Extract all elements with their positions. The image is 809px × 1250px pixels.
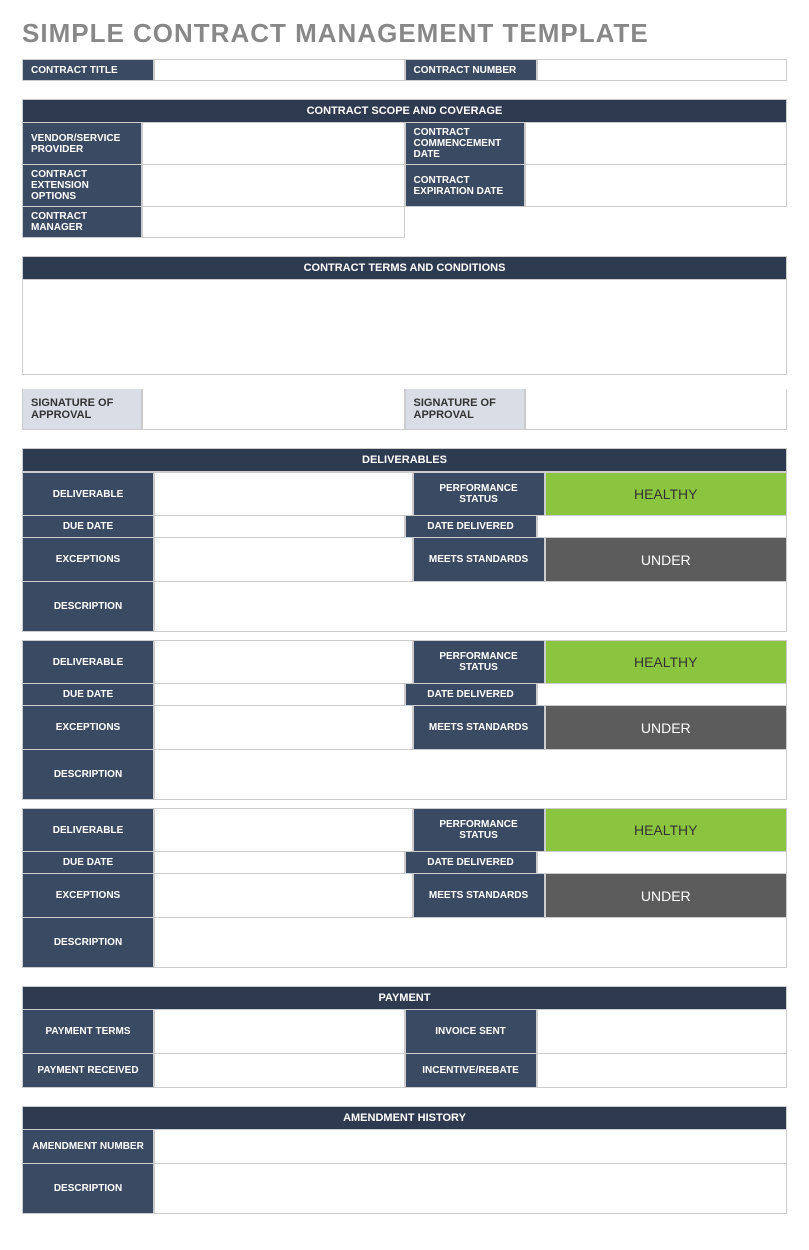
deliverable-value[interactable] xyxy=(154,808,413,852)
due-date-label: DUE DATE xyxy=(22,684,154,706)
contract-header-section: CONTRACT TITLE CONTRACT NUMBER xyxy=(22,59,787,81)
expiration-label: CONTRACT EXPIRATION DATE xyxy=(405,165,525,207)
extension-value[interactable] xyxy=(142,165,405,207)
perf-status-label: PERFORMANCE STATUS xyxy=(413,472,545,516)
scope-header: CONTRACT SCOPE AND COVERAGE xyxy=(22,99,787,123)
commencement-value[interactable] xyxy=(525,123,788,165)
date-delivered-label: DATE DELIVERED xyxy=(405,684,537,706)
date-delivered-label: DATE DELIVERED xyxy=(405,852,537,874)
description-label: DESCRIPTION xyxy=(22,750,154,800)
sig1-label: SIGNATURE OF APPROVAL xyxy=(22,389,142,430)
payment-received-value[interactable] xyxy=(154,1054,405,1088)
sig2-value[interactable] xyxy=(525,389,788,430)
deliverable-label: DELIVERABLE xyxy=(22,472,154,516)
perf-status-label: PERFORMANCE STATUS xyxy=(413,808,545,852)
payment-terms-label: PAYMENT TERMS xyxy=(22,1010,154,1054)
date-delivered-value[interactable] xyxy=(537,852,788,874)
exceptions-value[interactable] xyxy=(154,874,413,918)
perf-status-value[interactable]: HEALTHY xyxy=(545,640,788,684)
description-value[interactable] xyxy=(154,750,787,800)
due-date-label: DUE DATE xyxy=(22,516,154,538)
extension-label: CONTRACT EXTENSION OPTIONS xyxy=(22,165,142,207)
commencement-label: CONTRACT COMMENCEMENT DATE xyxy=(405,123,525,165)
payment-section: PAYMENT PAYMENT TERMS INVOICE SENT PAYME… xyxy=(22,986,787,1088)
description-value[interactable] xyxy=(154,582,787,632)
scope-section: CONTRACT SCOPE AND COVERAGE VENDOR/SERVI… xyxy=(22,99,787,238)
contract-number-label: CONTRACT NUMBER xyxy=(405,59,537,81)
exceptions-label: EXCEPTIONS xyxy=(22,706,154,750)
invoice-value[interactable] xyxy=(537,1010,788,1054)
deliverable-value[interactable] xyxy=(154,640,413,684)
terms-header: CONTRACT TERMS AND CONDITIONS xyxy=(22,256,787,280)
perf-status-value[interactable]: HEALTHY xyxy=(545,808,788,852)
date-delivered-label: DATE DELIVERED xyxy=(405,516,537,538)
deliverable-label: DELIVERABLE xyxy=(22,640,154,684)
due-date-label: DUE DATE xyxy=(22,852,154,874)
amendment-description-value[interactable] xyxy=(154,1164,787,1214)
exceptions-label: EXCEPTIONS xyxy=(22,874,154,918)
payment-received-label: PAYMENT RECEIVED xyxy=(22,1054,154,1088)
payment-terms-value[interactable] xyxy=(154,1010,405,1054)
exceptions-label: EXCEPTIONS xyxy=(22,538,154,582)
deliverable-block: DELIVERABLE PERFORMANCE STATUSHEALTHY DUE … xyxy=(22,640,787,800)
incentive-value[interactable] xyxy=(537,1054,788,1088)
meets-standards-label: MEETS STANDARDS xyxy=(413,706,545,750)
perf-status-value[interactable]: HEALTHY xyxy=(545,472,788,516)
deliverable-label: DELIVERABLE xyxy=(22,808,154,852)
expiration-value[interactable] xyxy=(525,165,788,207)
sig2-label: SIGNATURE OF APPROVAL xyxy=(405,389,525,430)
meets-standards-label: MEETS STANDARDS xyxy=(413,874,545,918)
invoice-label: INVOICE SENT xyxy=(405,1010,537,1054)
sig1-value[interactable] xyxy=(142,389,405,430)
deliverables-section: DELIVERABLES DELIVERABLE PERFORMANCE STAT… xyxy=(22,448,787,968)
deliverable-value[interactable] xyxy=(154,472,413,516)
amendment-number-label: AMENDMENT NUMBER xyxy=(22,1130,154,1164)
payment-header: PAYMENT xyxy=(22,986,787,1010)
incentive-label: INCENTIVE/REBATE xyxy=(405,1054,537,1088)
contract-title-value[interactable] xyxy=(154,59,405,81)
deliverables-header: DELIVERABLES xyxy=(22,448,787,472)
perf-status-label: PERFORMANCE STATUS xyxy=(413,640,545,684)
exceptions-value[interactable] xyxy=(154,538,413,582)
exceptions-value[interactable] xyxy=(154,706,413,750)
manager-value[interactable] xyxy=(142,207,405,238)
meets-standards-value[interactable]: UNDER xyxy=(545,874,788,918)
manager-label: CONTRACT MANAGER xyxy=(22,207,142,238)
terms-body[interactable] xyxy=(22,280,787,375)
meets-standards-value[interactable]: UNDER xyxy=(545,538,788,582)
description-label: DESCRIPTION xyxy=(22,582,154,632)
due-date-value[interactable] xyxy=(154,684,405,706)
due-date-value[interactable] xyxy=(154,516,405,538)
date-delivered-value[interactable] xyxy=(537,516,788,538)
deliverable-block: DELIVERABLE PERFORMANCE STATUSHEALTHY DUE … xyxy=(22,472,787,632)
vendor-value[interactable] xyxy=(142,123,405,165)
deliverable-block: DELIVERABLE PERFORMANCE STATUSHEALTHY DUE … xyxy=(22,808,787,968)
amendment-number-value[interactable] xyxy=(154,1130,787,1164)
meets-standards-label: MEETS STANDARDS xyxy=(413,538,545,582)
contract-title-label: CONTRACT TITLE xyxy=(22,59,154,81)
vendor-label: VENDOR/SERVICE PROVIDER xyxy=(22,123,142,165)
contract-number-value[interactable] xyxy=(537,59,788,81)
page-title: SIMPLE CONTRACT MANAGEMENT TEMPLATE xyxy=(22,18,787,49)
amendment-description-label: DESCRIPTION xyxy=(22,1164,154,1214)
amendment-section: AMENDMENT HISTORY AMENDMENT NUMBER DESCR… xyxy=(22,1106,787,1214)
description-value[interactable] xyxy=(154,918,787,968)
meets-standards-value[interactable]: UNDER xyxy=(545,706,788,750)
due-date-value[interactable] xyxy=(154,852,405,874)
date-delivered-value[interactable] xyxy=(537,684,788,706)
description-label: DESCRIPTION xyxy=(22,918,154,968)
amendment-header: AMENDMENT HISTORY xyxy=(22,1106,787,1130)
terms-section: CONTRACT TERMS AND CONDITIONS SIGNATURE … xyxy=(22,256,787,430)
